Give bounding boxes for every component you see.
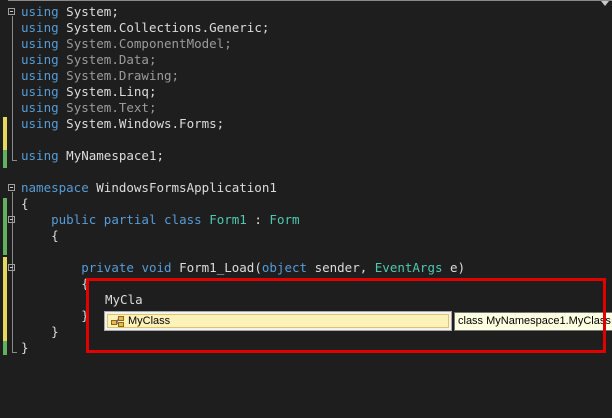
collapse-icon[interactable] — [8, 216, 15, 223]
keyword: using — [21, 20, 59, 35]
change-marker-saved — [3, 198, 7, 255]
namespace-name: System; — [66, 4, 119, 19]
collapse-icon[interactable] — [8, 184, 15, 191]
code-line[interactable]: using System.Text; — [21, 100, 156, 116]
method-name: Form1_Load( — [179, 260, 262, 275]
brace: { — [51, 228, 59, 243]
code-line[interactable]: using System.Collections.Generic; — [21, 20, 269, 36]
collapse-icon[interactable] — [8, 8, 15, 15]
type-name: EventArgs — [374, 260, 443, 275]
change-marker-unsaved — [3, 117, 7, 150]
outline-end — [12, 352, 17, 353]
code-line[interactable]: { — [21, 228, 59, 244]
base-class-name: Form — [269, 212, 300, 227]
namespace-name: System.Windows.Forms; — [66, 116, 225, 131]
code-line[interactable]: private void Form1_Load(object sender, E… — [21, 260, 465, 276]
class-name: Form1 — [209, 212, 247, 227]
brace: } — [51, 324, 59, 339]
keyword: public — [51, 212, 97, 227]
keyword: using — [21, 84, 59, 99]
code-line[interactable]: using System.Windows.Forms; — [21, 116, 224, 132]
parameter: sender, — [314, 260, 368, 275]
brace: { — [21, 196, 29, 211]
code-line[interactable]: using System.ComponentModel; — [21, 36, 232, 52]
outline-line — [12, 16, 13, 160]
outline-end — [12, 160, 17, 161]
code-line[interactable]: using System.Drawing; — [21, 68, 179, 84]
code-line[interactable]: } — [21, 308, 89, 324]
keyword: void — [141, 260, 172, 275]
colon: : — [254, 212, 262, 227]
keyword: using — [21, 36, 59, 51]
editor-gutter — [0, 0, 20, 418]
code-line[interactable]: using System.Data; — [21, 52, 156, 68]
code-editor[interactable]: using System; using System.Collections.G… — [0, 0, 612, 418]
keyword: class — [164, 212, 202, 227]
code-line[interactable]: using System; — [21, 4, 119, 20]
keyword: using — [21, 4, 59, 19]
keyword: using — [21, 68, 59, 83]
change-marker-saved — [3, 150, 7, 168]
code-line[interactable]: } — [21, 324, 59, 340]
code-line[interactable]: namespace WindowsFormsApplication1 — [21, 180, 277, 196]
namespace-name: System.Linq; — [66, 84, 157, 99]
keyword: namespace — [21, 180, 89, 195]
unused-namespace-name: System.Text; — [66, 100, 157, 115]
scroll-up-icon[interactable] — [601, 1, 609, 6]
keyword: using — [21, 116, 59, 131]
namespace-name: MyNamespace1; — [66, 148, 165, 163]
unused-namespace-name: System.Data; — [66, 52, 157, 67]
parameter: e) — [450, 260, 466, 275]
code-line[interactable]: using MyNamespace1; — [21, 148, 164, 164]
keyword: using — [21, 148, 59, 163]
keyword: using — [21, 100, 59, 115]
code-line[interactable]: } — [21, 340, 29, 356]
code-line[interactable]: { — [21, 196, 29, 212]
keyword: partial — [103, 212, 157, 227]
change-marker-unsaved — [3, 257, 7, 341]
keyword: object — [261, 260, 308, 275]
code-line[interactable]: { — [21, 276, 89, 292]
brace: } — [21, 340, 29, 355]
namespace-name: WindowsFormsApplication1 — [96, 180, 277, 195]
editor-top-border — [8, 0, 612, 1]
code-line[interactable]: public partial class Form1 : Form — [21, 212, 300, 228]
unused-namespace-name: System.Drawing; — [66, 68, 180, 83]
highlight-annotation — [86, 278, 606, 353]
unused-namespace-name: System.ComponentModel; — [66, 36, 232, 51]
namespace-name: System.Collections.Generic; — [66, 20, 270, 35]
collapse-icon[interactable] — [8, 264, 15, 271]
code-line[interactable]: using System.Linq; — [21, 84, 156, 100]
change-marker-saved — [3, 341, 7, 355]
keyword: using — [21, 52, 59, 67]
keyword: private — [81, 260, 134, 275]
